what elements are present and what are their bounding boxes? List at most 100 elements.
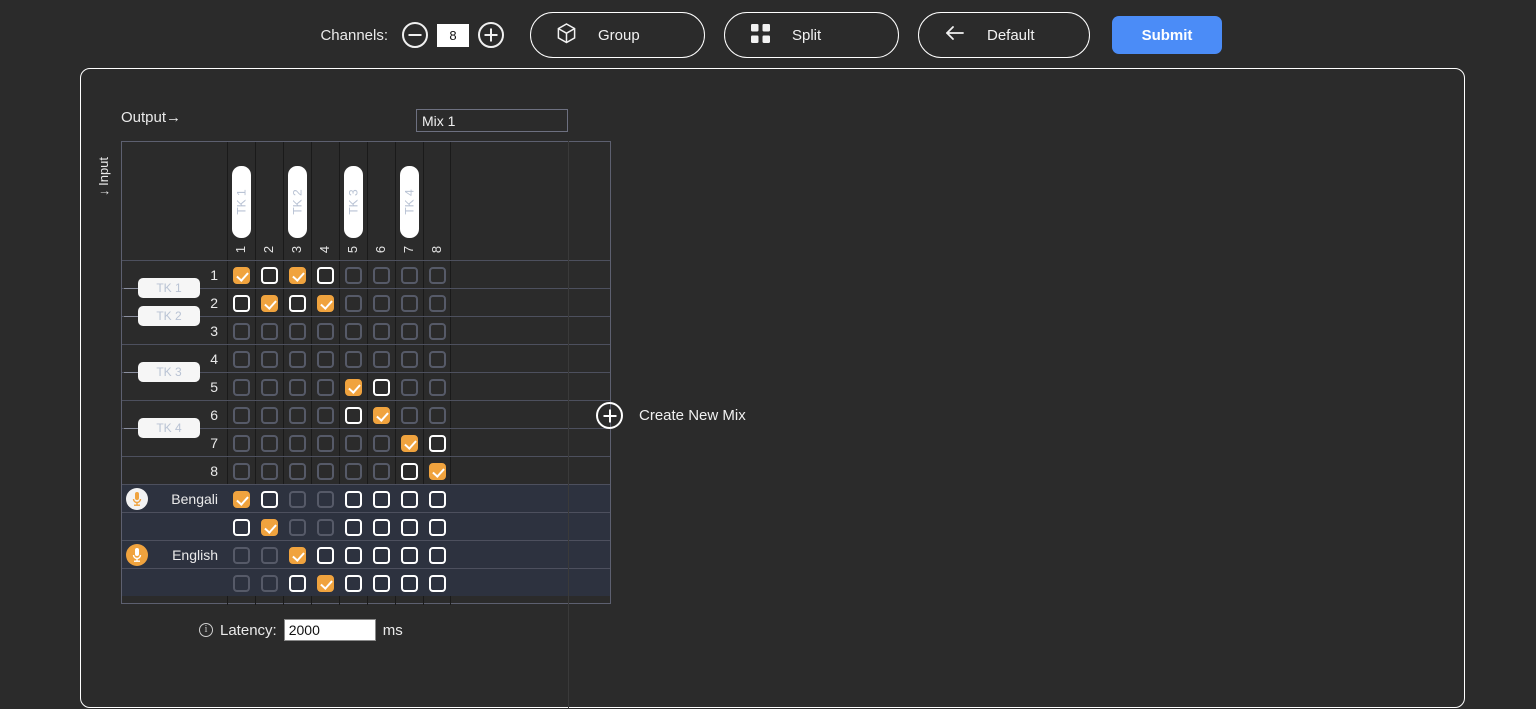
- matrix-checkbox-r11-c5[interactable]: [344, 546, 362, 564]
- matrix-cell: [255, 401, 283, 429]
- matrix-cell: [283, 541, 311, 569]
- matrix-column-tk-label-1[interactable]: TK 1: [232, 166, 251, 238]
- latency-input[interactable]: [283, 619, 376, 641]
- matrix-checkbox-r10-c8[interactable]: [428, 518, 446, 536]
- matrix-checkbox-r12-c4[interactable]: [316, 574, 334, 592]
- matrix-cell: [423, 373, 451, 401]
- matrix-cell: [423, 261, 451, 289]
- matrix-checkbox-r12-c6[interactable]: [372, 574, 390, 592]
- matrix-checkbox-r4-c6: [372, 350, 390, 368]
- matrix-checkbox-r12-c2: [260, 574, 278, 592]
- matrix-checkbox-r4-c2: [260, 350, 278, 368]
- matrix-checkbox-r11-c8[interactable]: [428, 546, 446, 564]
- matrix-checkbox-r9-c4: [316, 490, 334, 508]
- matrix-checkbox-r9-c6[interactable]: [372, 490, 390, 508]
- matrix-checkbox-r2-c2[interactable]: [260, 294, 278, 312]
- matrix-checkbox-r7-c8[interactable]: [428, 434, 446, 452]
- matrix-column-header-6: 6: [367, 238, 395, 260]
- matrix-cell: [423, 401, 451, 429]
- split-button-label: Split: [792, 26, 822, 44]
- matrix-checkbox-r8-c8[interactable]: [428, 462, 446, 480]
- matrix-column-header-text: 8: [429, 245, 445, 253]
- create-new-mix-button[interactable]: Create New Mix: [596, 402, 746, 429]
- matrix-cell: [339, 345, 367, 373]
- matrix-row-cells: [227, 373, 451, 401]
- matrix-cell: [227, 261, 255, 289]
- matrix-checkbox-r12-c8[interactable]: [428, 574, 446, 592]
- matrix-checkbox-r1-c2[interactable]: [260, 266, 278, 284]
- matrix-checkbox-r9-c8[interactable]: [428, 490, 446, 508]
- matrix-cell: [227, 541, 255, 569]
- matrix-cell: [227, 429, 255, 457]
- matrix-checkbox-r9-c7[interactable]: [400, 490, 418, 508]
- mix-name-input[interactable]: [416, 109, 568, 132]
- matrix-column-tk-label-4[interactable]: TK 4: [400, 166, 419, 238]
- matrix-cell: [339, 317, 367, 345]
- matrix-row-tk-label-2[interactable]: TK 2: [138, 306, 200, 326]
- matrix-checkbox-r10-c2[interactable]: [260, 518, 278, 536]
- channels-label: Channels:: [320, 26, 388, 44]
- matrix-checkbox-r12-c3[interactable]: [288, 574, 306, 592]
- matrix-checkbox-r11-c6[interactable]: [372, 546, 390, 564]
- info-icon[interactable]: i: [199, 623, 213, 637]
- matrix-checkbox-r11-c4[interactable]: [316, 546, 334, 564]
- matrix-checkbox-r7-c7[interactable]: [400, 434, 418, 452]
- matrix-column-tk-label-3[interactable]: TK 3: [344, 166, 363, 238]
- matrix-checkbox-r11-c3[interactable]: [288, 546, 306, 564]
- matrix-checkbox-r9-c3: [288, 490, 306, 508]
- default-button[interactable]: Default: [918, 12, 1090, 58]
- matrix-checkbox-r9-c1[interactable]: [232, 490, 250, 508]
- matrix-cell: [255, 345, 283, 373]
- matrix-checkbox-r6-c1: [232, 406, 250, 424]
- matrix-row-tk-label-1[interactable]: TK 1: [138, 278, 200, 298]
- matrix-checkbox-r10-c5[interactable]: [344, 518, 362, 536]
- matrix-checkbox-r8-c7[interactable]: [400, 462, 418, 480]
- split-button[interactable]: Split: [724, 12, 899, 58]
- matrix-checkbox-r5-c5[interactable]: [344, 378, 362, 396]
- matrix-checkbox-r1-c3[interactable]: [288, 266, 306, 284]
- matrix-cell: [339, 513, 367, 541]
- matrix-checkbox-r10-c7[interactable]: [400, 518, 418, 536]
- group-button[interactable]: Group: [530, 12, 705, 58]
- matrix-row-tk-label-3[interactable]: TK 3: [138, 362, 200, 382]
- matrix-cell: [395, 345, 423, 373]
- matrix-cell: [283, 261, 311, 289]
- matrix-cell: [255, 289, 283, 317]
- matrix-checkbox-r10-c6[interactable]: [372, 518, 390, 536]
- cube-icon: [557, 22, 576, 48]
- matrix-column-header-text: 5: [345, 245, 361, 253]
- matrix-row-cells: [227, 261, 451, 289]
- matrix-checkbox-r1-c4[interactable]: [316, 266, 334, 284]
- matrix-cell: [255, 485, 283, 513]
- matrix-row-tk-label-4[interactable]: TK 4: [138, 418, 200, 438]
- matrix-cell: [311, 569, 339, 597]
- matrix-checkbox-r2-c4[interactable]: [316, 294, 334, 312]
- matrix-checkbox-r12-c5[interactable]: [344, 574, 362, 592]
- matrix-checkbox-r2-c5: [344, 294, 362, 312]
- matrix-checkbox-r1-c7: [400, 266, 418, 284]
- matrix-checkbox-r1-c1[interactable]: [232, 266, 250, 284]
- channels-increment-button[interactable]: [478, 22, 504, 48]
- matrix-checkbox-r12-c7[interactable]: [400, 574, 418, 592]
- matrix-checkbox-r9-c5[interactable]: [344, 490, 362, 508]
- channels-input[interactable]: [437, 23, 469, 47]
- matrix-cell: [339, 373, 367, 401]
- matrix-checkbox-r6-c6[interactable]: [372, 406, 390, 424]
- matrix-row-cells: [227, 569, 451, 597]
- matrix-cell: [255, 541, 283, 569]
- matrix-checkbox-r9-c2[interactable]: [260, 490, 278, 508]
- matrix-cell: [227, 569, 255, 597]
- matrix-checkbox-r5-c6[interactable]: [372, 378, 390, 396]
- matrix-cell: [395, 541, 423, 569]
- matrix-column-header-text: 1: [233, 245, 249, 253]
- submit-button[interactable]: Submit: [1112, 16, 1222, 54]
- matrix-checkbox-r6-c5[interactable]: [344, 406, 362, 424]
- channels-decrement-button[interactable]: [402, 22, 428, 48]
- matrix-checkbox-r2-c3[interactable]: [288, 294, 306, 312]
- matrix-checkbox-r3-c7: [400, 322, 418, 340]
- matrix-column-tk-label-2[interactable]: TK 2: [288, 166, 307, 238]
- matrix-column-tk-label-text: TK 1: [234, 189, 249, 215]
- matrix-checkbox-r2-c1[interactable]: [232, 294, 250, 312]
- matrix-checkbox-r11-c7[interactable]: [400, 546, 418, 564]
- matrix-checkbox-r10-c1[interactable]: [232, 518, 250, 536]
